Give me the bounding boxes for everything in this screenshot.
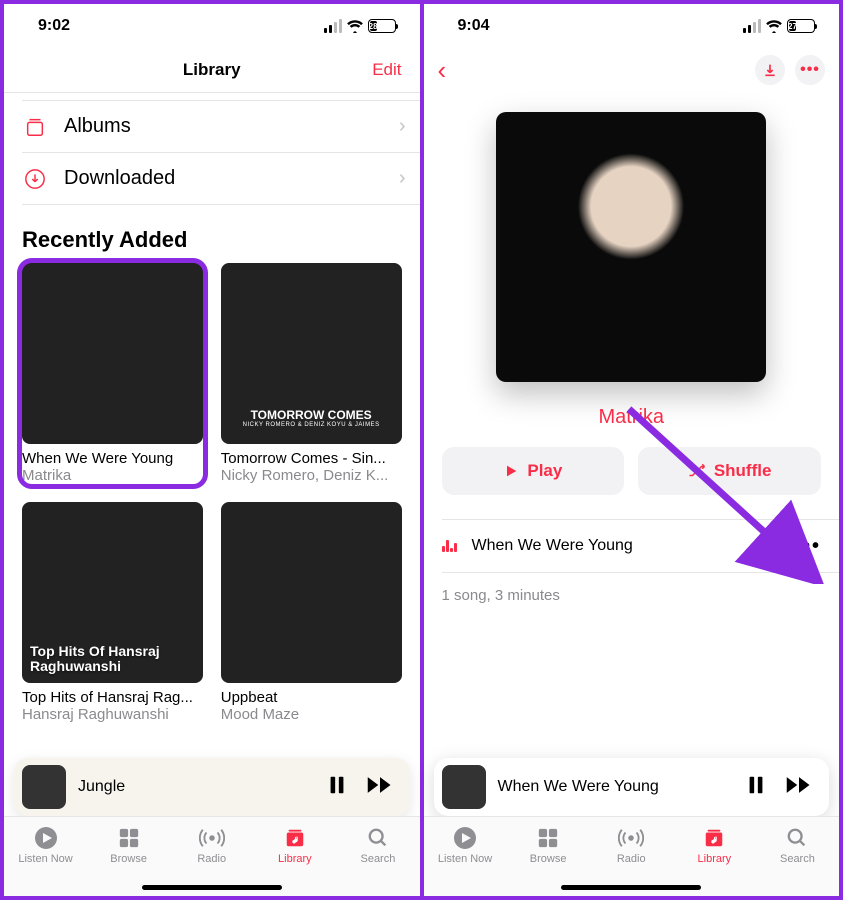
album-artwork: TOMORROW COMESNICKY ROMERO & DENIZ KOYU …	[221, 263, 402, 444]
nav-header: ‹ •••	[424, 48, 840, 92]
album-title: Tomorrow Comes - Sin...	[221, 450, 402, 467]
tab-bar: Listen Now Browse Radio Library Search	[4, 816, 420, 896]
album-card[interactable]: TOMORROW COMESNICKY ROMERO & DENIZ KOYU …	[221, 263, 402, 484]
menu-downloaded[interactable]: Downloaded ›	[22, 153, 420, 205]
download-button[interactable]	[755, 55, 785, 85]
library-screen: 9:02 28 Library Edit Albums ›	[4, 4, 424, 896]
home-indicator[interactable]	[561, 885, 701, 890]
now-playing-title: When We Were Young	[498, 778, 734, 796]
status-bar: 9:02 28	[4, 4, 420, 48]
menu-label: Downloaded	[64, 167, 383, 190]
search-icon	[367, 825, 389, 851]
tab-listen-now[interactable]: Listen Now	[4, 825, 87, 896]
radio-icon	[618, 825, 644, 851]
album-artwork	[221, 502, 402, 683]
album-artist: Hansraj Raghuwanshi	[22, 706, 203, 723]
wifi-icon	[765, 19, 783, 33]
radio-icon	[199, 825, 225, 851]
now-playing-bar[interactable]: Jungle	[14, 758, 410, 816]
chevron-right-icon: ›	[399, 167, 406, 190]
album-summary: 1 song, 3 minutes	[424, 573, 840, 618]
nav-header: Library Edit	[4, 48, 420, 92]
menu-albums[interactable]: Albums ›	[22, 101, 420, 153]
library-icon	[702, 825, 726, 851]
play-circle-icon	[34, 825, 58, 851]
pause-button[interactable]	[745, 774, 767, 801]
album-artwork-large	[496, 112, 766, 382]
grid-icon	[537, 825, 559, 851]
more-button[interactable]: •••	[795, 55, 825, 85]
cellular-icon	[324, 19, 342, 33]
next-button[interactable]	[785, 774, 813, 801]
page-title: Library	[183, 60, 241, 80]
song-title: When We Were Young	[472, 537, 780, 555]
album-title: Top Hits of Hansraj Rag...	[22, 689, 203, 706]
shuffle-button[interactable]: Shuffle	[638, 447, 821, 495]
wifi-icon	[346, 19, 364, 33]
search-icon	[786, 825, 808, 851]
cellular-icon	[743, 19, 761, 33]
chevron-right-icon: ›	[399, 115, 406, 138]
status-bar: 9:04 27	[424, 4, 840, 48]
play-circle-icon	[453, 825, 477, 851]
album-artist: Matrika	[22, 467, 203, 484]
status-time: 9:02	[38, 17, 70, 35]
menu-label: Albums	[64, 115, 383, 138]
album-artwork	[22, 263, 203, 444]
album-card[interactable]: Top Hits Of Hansraj Raghuwanshi Top Hits…	[22, 502, 203, 723]
album-title: Uppbeat	[221, 689, 402, 706]
next-button[interactable]	[366, 774, 394, 801]
song-row[interactable]: When We Were Young •••	[442, 520, 840, 572]
download-icon	[22, 168, 48, 190]
edit-button[interactable]: Edit	[372, 60, 401, 80]
now-playing-title: Jungle	[78, 778, 314, 796]
tab-search[interactable]: Search	[756, 825, 839, 896]
now-playing-artwork	[22, 765, 66, 809]
album-artist: Nicky Romero, Deniz K...	[221, 467, 402, 484]
album-card[interactable]: Uppbeat Mood Maze	[221, 502, 402, 723]
library-icon	[283, 825, 307, 851]
albums-icon	[22, 116, 48, 138]
grid-icon	[118, 825, 140, 851]
play-button[interactable]: Play	[442, 447, 625, 495]
battery-icon: 28	[368, 19, 396, 33]
artist-name[interactable]: Matrika	[424, 406, 840, 429]
tab-search[interactable]: Search	[336, 825, 419, 896]
section-title: Recently Added	[4, 205, 420, 263]
now-playing-artwork	[442, 765, 486, 809]
home-indicator[interactable]	[142, 885, 282, 890]
album-artwork: Top Hits Of Hansraj Raghuwanshi	[22, 502, 203, 683]
tab-listen-now[interactable]: Listen Now	[424, 825, 507, 896]
tab-bar: Listen Now Browse Radio Library Search	[424, 816, 840, 896]
status-time: 9:04	[458, 17, 490, 35]
album-detail-screen: 9:04 27 ‹ ••• Matrika Play	[424, 4, 840, 896]
battery-icon: 27	[787, 19, 815, 33]
back-button[interactable]: ‹	[438, 55, 447, 86]
now-playing-bar[interactable]: When We Were Young	[434, 758, 830, 816]
album-artist: Mood Maze	[221, 706, 402, 723]
album-title: When We Were Young	[22, 450, 203, 467]
pause-button[interactable]	[326, 774, 348, 801]
now-playing-animation-icon	[442, 540, 458, 552]
album-card[interactable]: When We Were Young Matrika	[22, 263, 203, 484]
song-more-button[interactable]: •••	[794, 535, 821, 558]
